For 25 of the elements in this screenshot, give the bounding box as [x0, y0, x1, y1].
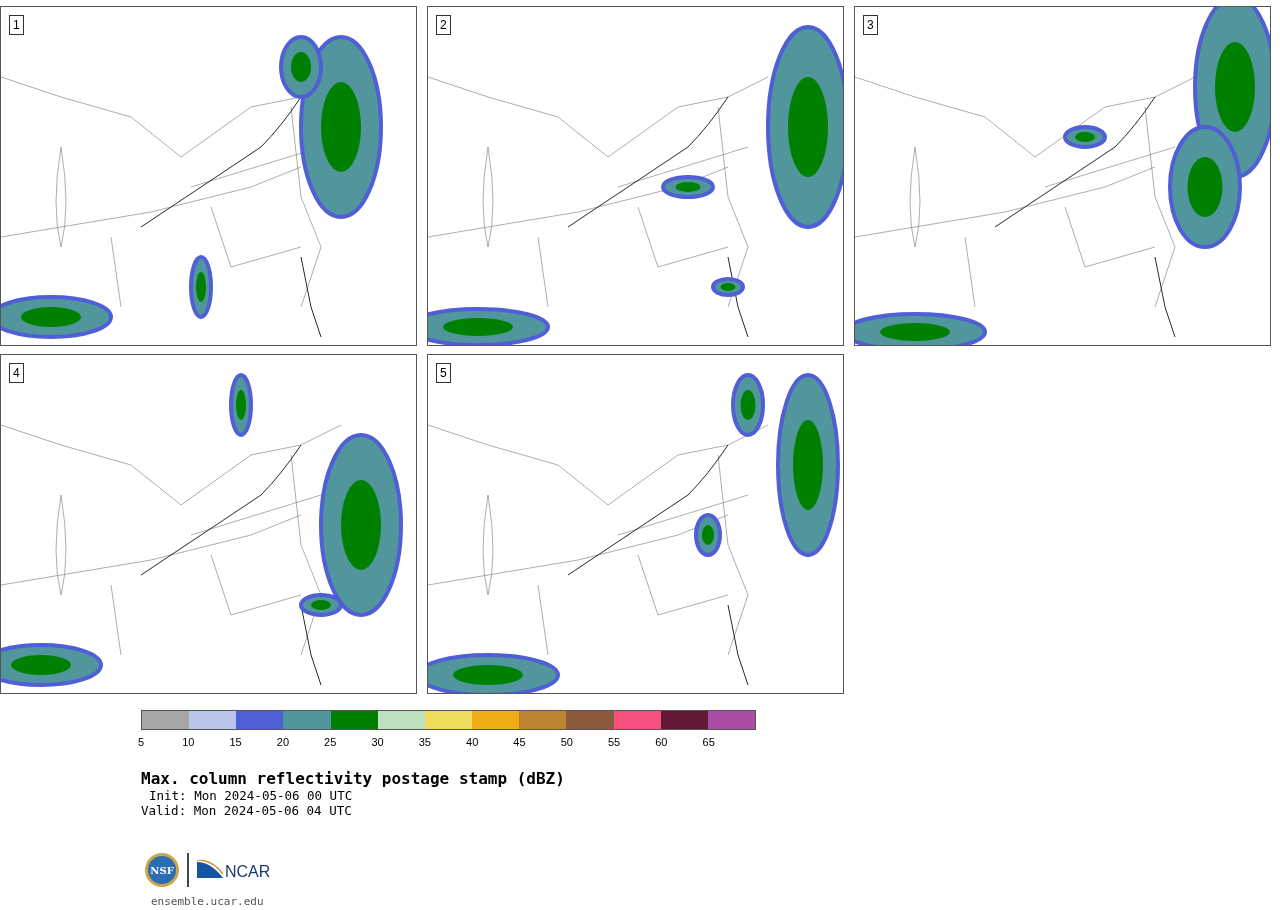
panel-number: 2 [436, 15, 451, 35]
swoosh-icon [197, 860, 223, 880]
tick-label: 20 [276, 736, 290, 748]
tick-label: 40 [466, 736, 479, 748]
tick-label: 30 [371, 736, 384, 748]
tick-label: 45 [513, 736, 526, 748]
website-url: ensemble.ucar.edu [151, 894, 265, 910]
init-time: Init: Mon 2024-05-06 00 UTC [148, 788, 354, 803]
panel-number: 3 [863, 15, 878, 35]
panel-number: 5 [436, 363, 451, 383]
tick-label: 50 [560, 736, 573, 748]
panel-number: 1 [9, 15, 24, 35]
tick-label: 55 [607, 736, 621, 748]
tick-label: 35 [418, 736, 431, 748]
tick-label: 65 [702, 736, 715, 748]
tick-label: 5 [137, 736, 145, 748]
valid-time: Valid: Mon 2024-05-06 04 UTC [141, 803, 353, 818]
tick-label: 15 [229, 736, 242, 748]
tick-label: 60 [655, 736, 668, 748]
ncar-logo: NCAR [197, 860, 271, 880]
nsf-logo: NSF [145, 853, 179, 887]
tick-label: 25 [324, 736, 337, 748]
panel-number: 4 [9, 363, 24, 383]
plot-title: Max. column reflectivity postage stamp (dBZ) [141, 770, 566, 788]
tick-label: 10 [182, 736, 195, 748]
